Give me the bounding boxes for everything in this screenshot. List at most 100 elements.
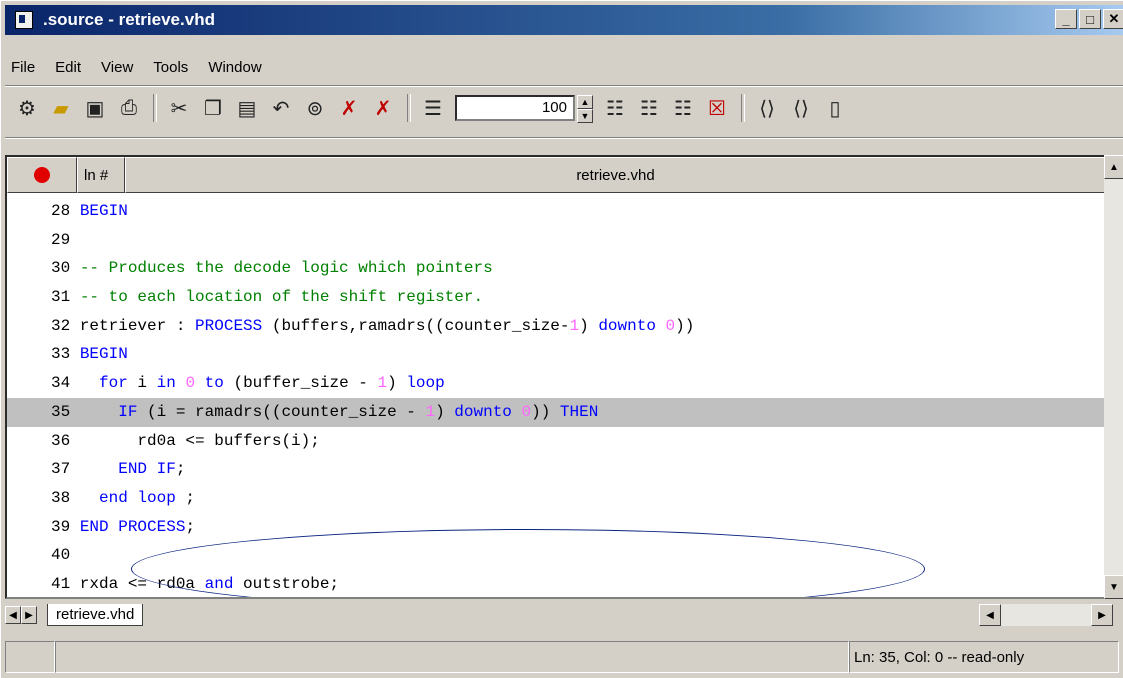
app-icon[interactable] bbox=[15, 11, 33, 29]
code-line[interactable]: 31 -- to each location of the shift regi… bbox=[7, 283, 1106, 312]
tab-next-icon[interactable]: ▶ bbox=[21, 606, 37, 624]
code-line[interactable]: 41 rxda <= rd0a and outstrobe; bbox=[7, 570, 1106, 597]
code-token: ) bbox=[435, 402, 455, 421]
tab-prev-icon[interactable]: ◀ bbox=[5, 606, 21, 624]
menu-view[interactable]: View bbox=[91, 59, 143, 76]
scroll-up-icon[interactable]: ▲ bbox=[1104, 155, 1123, 179]
line-number: 31 bbox=[51, 288, 71, 307]
code-area[interactable]: 28 BEGIN 29 30 -- Produces the decode logi… bbox=[7, 197, 1106, 597]
code-line[interactable]: 34 for i in 0 to (buffer_size - 1) loop bbox=[7, 369, 1106, 398]
compile-icon[interactable]: ⚙ bbox=[15, 96, 39, 120]
bookmark-clear-icon[interactable]: ✗ bbox=[371, 96, 395, 120]
scroll-down-icon[interactable]: ▼ bbox=[1104, 575, 1123, 599]
line-number: 35 bbox=[51, 402, 71, 421]
code-line[interactable]: 35 IF (i = ramadrs((counter_size - 1) do… bbox=[7, 397, 1106, 427]
save-icon[interactable]: ▣ bbox=[83, 96, 107, 120]
toolbar: ⚙ ▰ ▣ ⎙ ✂ ❐ ▤ ↶ ⊚ ✗ ✗ ☰ 100 ▲ ▼ ☷ ☷ ☷ ☒ … bbox=[15, 90, 1123, 126]
code-token: )) bbox=[675, 316, 695, 335]
open-folder-icon[interactable]: ▰ bbox=[49, 96, 73, 120]
scroll-track[interactable] bbox=[1001, 604, 1091, 626]
find-icon[interactable]: ⊚ bbox=[303, 96, 327, 120]
menu-divider bbox=[5, 85, 1123, 87]
file-column[interactable]: retrieve.vhd bbox=[125, 157, 1106, 193]
code-token: 0 bbox=[665, 316, 676, 335]
code-line[interactable]: 29 bbox=[7, 226, 1106, 255]
scroll-right-icon[interactable]: ▶ bbox=[1091, 604, 1113, 626]
tab-retrieve-vhd[interactable]: retrieve.vhd bbox=[47, 604, 144, 626]
zoom-stepper[interactable]: ▲ ▼ bbox=[577, 95, 593, 123]
maximize-button[interactable]: □ bbox=[1079, 9, 1101, 29]
code-line[interactable]: 40 bbox=[7, 541, 1106, 570]
menu-edit[interactable]: Edit bbox=[45, 59, 91, 76]
breakpoint-column[interactable] bbox=[7, 157, 77, 193]
code-line[interactable]: 32 retriever : PROCESS (buffers,ramadrs(… bbox=[7, 312, 1106, 341]
minimize-button[interactable]: _ bbox=[1055, 9, 1077, 29]
menu-file[interactable]: File bbox=[9, 59, 45, 76]
code-token: ; bbox=[175, 460, 186, 479]
code-token: retriever : bbox=[70, 316, 196, 335]
bookmark-prev-icon[interactable]: ✗ bbox=[337, 96, 361, 120]
code-token: rxda <= rd0a bbox=[70, 574, 205, 593]
code-editor[interactable]: ln # retrieve.vhd 28 BEGIN 29 30 -- Produc… bbox=[5, 155, 1108, 599]
zoom-down-icon[interactable]: ▼ bbox=[577, 109, 593, 123]
cursor-position: Ln: 35, Col: 0 -- read-only bbox=[849, 641, 1119, 673]
line-number: 30 bbox=[51, 259, 71, 278]
line-number: 29 bbox=[51, 230, 71, 249]
code-token: and bbox=[204, 574, 234, 593]
indent-icon[interactable]: ☷ bbox=[603, 96, 627, 120]
code-line[interactable]: 30 -- Produces the decode logic which po… bbox=[7, 254, 1106, 283]
line-number: 34 bbox=[51, 374, 71, 393]
code-token: ; bbox=[185, 517, 196, 536]
code-token: END IF bbox=[118, 460, 176, 479]
code-token: loop bbox=[406, 374, 445, 393]
new-file-icon[interactable]: ▯ bbox=[823, 96, 847, 120]
menu-window[interactable]: Window bbox=[198, 59, 271, 76]
code-line[interactable]: 37 END IF; bbox=[7, 455, 1106, 484]
line-numbers-icon[interactable]: ☰ bbox=[421, 96, 445, 120]
collapse-icon[interactable]: ⟨⟩ bbox=[789, 96, 813, 120]
code-token: END PROCESS bbox=[79, 517, 186, 536]
code-line[interactable]: 28 BEGIN bbox=[7, 197, 1106, 226]
vertical-scrollbar[interactable]: ▲ ▼ bbox=[1104, 155, 1123, 599]
menu-tools[interactable]: Tools bbox=[143, 59, 198, 76]
line-number: 36 bbox=[51, 431, 71, 450]
line-number: 40 bbox=[51, 546, 71, 565]
code-token: -- to each location of the shift registe… bbox=[79, 288, 484, 307]
scroll-left-icon[interactable]: ◀ bbox=[979, 604, 1001, 626]
print-icon[interactable]: ⎙ bbox=[117, 96, 141, 120]
line-number: 39 bbox=[51, 517, 71, 536]
cut-icon[interactable]: ✂ bbox=[167, 96, 191, 120]
line-number-column[interactable]: ln # bbox=[77, 157, 125, 193]
paste-icon[interactable]: ▤ bbox=[235, 96, 259, 120]
clear-icon[interactable]: ☒ bbox=[705, 96, 729, 120]
code-token: 1 bbox=[425, 402, 436, 421]
editor-header: ln # retrieve.vhd bbox=[7, 157, 1106, 193]
code-token: 0 bbox=[521, 402, 532, 421]
code-line[interactable]: 36 rd0a <= buffers(i); bbox=[7, 427, 1106, 456]
code-token: THEN bbox=[559, 402, 599, 421]
toolbar-divider bbox=[5, 137, 1123, 139]
code-token: ) bbox=[579, 316, 599, 335]
code-token: 1 bbox=[377, 374, 388, 393]
close-button[interactable]: ✕ bbox=[1103, 9, 1123, 29]
zoom-input[interactable]: 100 bbox=[455, 95, 575, 121]
horizontal-scrollbar[interactable]: ◀ ▶ bbox=[979, 604, 1113, 626]
breakpoint-icon bbox=[34, 167, 50, 183]
expand-icon[interactable]: ⟨⟩ bbox=[755, 96, 779, 120]
title-bar[interactable]: .source - retrieve.vhd _ □ ✕ bbox=[5, 5, 1123, 35]
comment-icon[interactable]: ☷ bbox=[671, 96, 695, 120]
code-token: BEGIN bbox=[79, 202, 128, 220]
outdent-icon[interactable]: ☷ bbox=[637, 96, 661, 120]
toolbar-separator bbox=[153, 94, 157, 122]
code-line[interactable]: 33 BEGIN bbox=[7, 340, 1106, 369]
undo-icon[interactable]: ↶ bbox=[269, 96, 293, 120]
code-line[interactable]: 39 END PROCESS; bbox=[7, 513, 1106, 542]
copy-icon[interactable]: ❐ bbox=[201, 96, 225, 120]
code-token: rd0a <= buffers(i); bbox=[70, 431, 320, 450]
zoom-up-icon[interactable]: ▲ bbox=[577, 95, 593, 109]
code-line[interactable]: 38 end loop ; bbox=[7, 484, 1106, 513]
